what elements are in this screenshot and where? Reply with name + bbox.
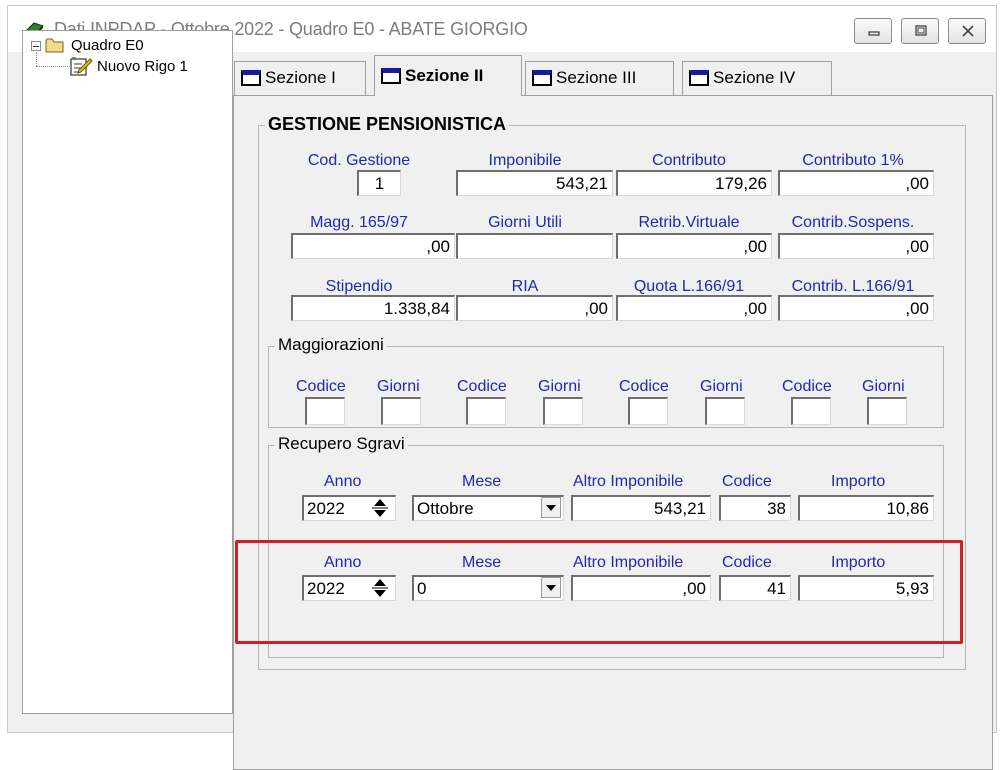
cod-gestione-field[interactable]: 1 — [357, 170, 401, 196]
minimize-icon — [868, 31, 880, 36]
label-importo: Importo — [831, 473, 886, 490]
tree-item-nuovo-rigo[interactable]: Nuovo Rigo 1 — [97, 58, 188, 75]
magg-codice-1-field[interactable] — [305, 397, 345, 425]
magg-codice-4-field[interactable] — [791, 397, 831, 425]
magg-giorni-2-field[interactable] — [543, 397, 583, 425]
maximize-button[interactable] — [901, 18, 939, 44]
codice-field[interactable]: 41 — [719, 575, 791, 601]
label-mese: Mese — [462, 554, 502, 571]
window-icon — [689, 70, 709, 86]
tree-view[interactable]: Quadro E0 Nuovo Rigo 1 — [22, 30, 233, 714]
imponibile-field[interactable]: 543,21 — [456, 170, 613, 196]
window-icon — [532, 70, 552, 86]
label-giorni: Giorni — [538, 378, 581, 395]
tab-panel: GESTIONE PENSIONISTICA Cod. Gestione Imp… — [233, 95, 993, 770]
group-title: Recupero Sgravi — [275, 434, 408, 454]
retrib-virtuale-field[interactable]: ,00 — [616, 233, 772, 259]
chevron-down-icon — [546, 505, 556, 511]
importo-field[interactable]: 5,93 — [798, 575, 934, 601]
label-codice: Codice — [296, 378, 346, 395]
label-quota: Quota L.166/91 — [633, 278, 745, 295]
contributo-field[interactable]: 179,26 — [616, 170, 772, 196]
label-codice: Codice — [457, 378, 507, 395]
magg-codice-2-field[interactable] — [466, 397, 506, 425]
tab-sezione-2[interactable]: Sezione II — [374, 55, 522, 96]
label-codice: Codice — [722, 554, 772, 571]
group-title: Maggiorazioni — [275, 335, 387, 355]
label-mese: Mese — [462, 473, 502, 490]
label-magg: Magg. 165/97 — [310, 214, 408, 231]
tab-sezione-3[interactable]: Sezione III — [525, 61, 674, 95]
giorni-utili-field[interactable] — [456, 233, 613, 259]
label-ria: RIA — [511, 278, 539, 295]
tree-item-quadro[interactable]: Quadro E0 — [71, 37, 144, 54]
label-anno: Anno — [324, 554, 362, 571]
content-area: Sezione I Sezione II Sezione III Sezione… — [233, 49, 993, 770]
maximize-icon — [915, 25, 927, 36]
label-contributo: Contributo — [652, 152, 726, 169]
contributo-1-field[interactable]: ,00 — [778, 170, 934, 196]
magg-giorni-1-field[interactable] — [381, 397, 421, 425]
label-giorni: Giorni — [377, 378, 420, 395]
label-importo: Importo — [831, 554, 886, 571]
quota-field[interactable]: ,00 — [616, 295, 772, 321]
label-altro-imponibile: Altro Imponibile — [573, 554, 684, 571]
label-codice: Codice — [722, 473, 772, 490]
close-icon — [962, 25, 974, 37]
altro-imponibile-field[interactable]: ,00 — [571, 575, 711, 601]
magg-giorni-4-field[interactable] — [867, 397, 907, 425]
tab-sezione-1[interactable]: Sezione I — [234, 61, 366, 95]
window-icon — [381, 68, 401, 84]
importo-field[interactable]: 10,86 — [798, 495, 934, 521]
maggiorazioni-group: Maggiorazioni — [268, 335, 944, 428]
edit-document-icon — [70, 57, 93, 76]
minimize-button[interactable] — [854, 18, 892, 44]
window-icon — [241, 70, 261, 86]
dropdown-button[interactable] — [541, 577, 561, 598]
collapse-icon[interactable] — [31, 41, 41, 51]
spinner-arrows-icon[interactable] — [370, 576, 390, 600]
magg-giorni-3-field[interactable] — [705, 397, 745, 425]
label-giorni: Giorni — [700, 378, 743, 395]
close-button[interactable] — [948, 18, 986, 44]
app-window: Dati INPDAP - Ottobre 2022 - Quadro E0 -… — [7, 5, 997, 770]
label-anno: Anno — [324, 473, 362, 490]
label-altro-imponibile: Altro Imponibile — [573, 473, 684, 490]
label-retrib-virtuale: Retrib.Virtuale — [638, 214, 740, 231]
chevron-down-icon — [546, 585, 556, 591]
tab-sezione-4[interactable]: Sezione IV — [682, 61, 832, 95]
label-codice: Codice — [782, 378, 832, 395]
label-stipendio: Stipendio — [325, 278, 393, 295]
stipendio-field[interactable]: 1.338,84 — [291, 295, 455, 321]
label-cod-gestione: Cod. Gestione — [307, 152, 411, 169]
label-contrib-sospens: Contrib.Sospens. — [791, 214, 915, 231]
magg-field[interactable]: ,00 — [291, 233, 455, 259]
ria-field[interactable]: ,00 — [456, 295, 613, 321]
altro-imponibile-field[interactable]: 543,21 — [571, 495, 711, 521]
contrib-166-field[interactable]: ,00 — [778, 295, 934, 321]
folder-icon — [45, 38, 64, 53]
label-codice: Codice — [619, 378, 669, 395]
group-title: GESTIONE PENSIONISTICA — [265, 114, 510, 135]
label-giorni: Giorni — [862, 378, 905, 395]
label-imponibile: Imponibile — [488, 152, 562, 169]
codice-field[interactable]: 38 — [719, 495, 791, 521]
label-contrib-166: Contrib. L.166/91 — [791, 278, 915, 295]
spinner-arrows-icon[interactable] — [370, 496, 390, 520]
dropdown-button[interactable] — [541, 497, 561, 518]
magg-codice-3-field[interactable] — [628, 397, 668, 425]
contrib-sospens-field[interactable]: ,00 — [778, 233, 934, 259]
label-contributo-1: Contributo 1% — [802, 152, 904, 169]
label-giorni-utili: Giorni Utili — [488, 214, 562, 231]
